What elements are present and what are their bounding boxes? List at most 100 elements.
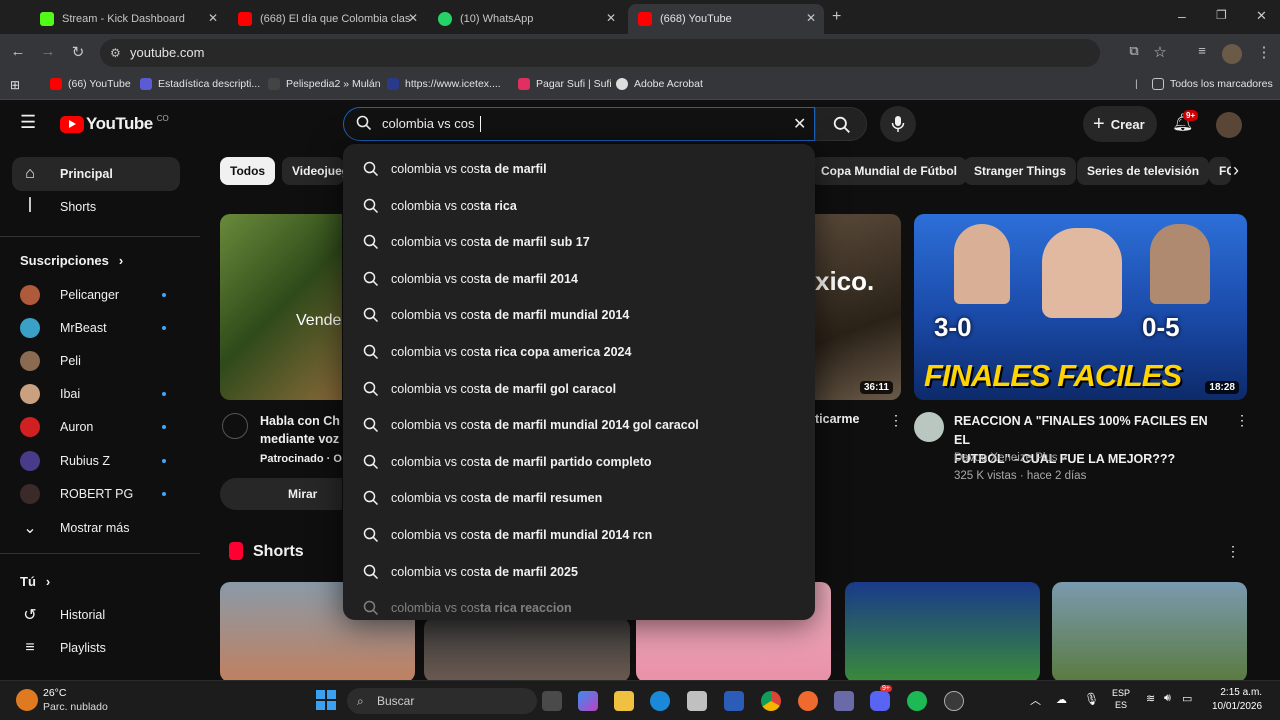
more-options-icon[interactable]: ⋮ — [889, 412, 903, 429]
search-input[interactable]: colombia vs cos ✕ — [343, 107, 815, 141]
taskbar-search[interactable]: ⌕ Buscar — [347, 688, 537, 714]
maximize-button[interactable]: ❐ — [1216, 8, 1227, 22]
profile-avatar[interactable] — [1222, 44, 1242, 64]
url-field[interactable]: ⚙ youtube.com — [100, 39, 1100, 67]
more-options-icon[interactable]: ⋮ — [1226, 543, 1240, 560]
close-tab-icon[interactable]: ✕ — [606, 11, 616, 25]
tab-youtube-video[interactable]: (668) El día que Colombia clasif ✕ — [228, 4, 426, 34]
short-thumbnail[interactable] — [1052, 582, 1247, 680]
sidebar-item-playlists[interactable]: ≡ Playlists — [12, 631, 180, 665]
reload-button[interactable]: ↻ — [68, 43, 88, 61]
chip-fc[interactable]: FC — [1209, 157, 1231, 185]
video-title[interactable]: ticarme — [815, 412, 859, 426]
battery-icon[interactable]: ▭ — [1182, 692, 1192, 705]
close-tab-icon[interactable]: ✕ — [408, 11, 418, 25]
more-options-icon[interactable]: ⋮ — [1235, 412, 1249, 429]
microphone-icon[interactable]: 🎙︎ — [1084, 692, 1099, 706]
search-suggestion[interactable]: colombia vs costa de marfil 2014 — [343, 261, 815, 297]
search-suggestion[interactable]: colombia vs costa rica copa america 2024 — [343, 334, 815, 370]
search-suggestion[interactable]: colombia vs costa de marfil gol caracol — [343, 371, 815, 407]
video-thumbnail[interactable]: 3-0 0-5 FINALES FACILES 18:28 — [914, 214, 1247, 400]
clock[interactable]: 2:15 a.m. 10/01/2026 — [1212, 686, 1262, 714]
browser-menu-icon[interactable]: ⋮ — [1254, 43, 1274, 61]
account-avatar[interactable] — [1216, 112, 1242, 138]
bookmark-icetex[interactable]: https://www.icetex.... — [387, 78, 501, 90]
chip-todos[interactable]: Todos — [220, 157, 276, 185]
all-bookmarks-folder[interactable]: Todos los marcadores — [1152, 78, 1273, 90]
bookmark-youtube[interactable]: (66) YouTube — [50, 78, 131, 90]
chip-videojuegos[interactable]: Videojueg — [282, 157, 344, 185]
sidebar-sub-ibai[interactable]: Ibai — [12, 377, 180, 411]
minimize-button[interactable]: – — [1178, 8, 1186, 24]
back-button[interactable]: ← — [8, 43, 28, 60]
sidebar-item-principal[interactable]: ⌂ Principal — [12, 157, 180, 191]
chip-copa-mundial[interactable]: Copa Mundial de Fútbol — [811, 157, 967, 185]
sidebar-sub-peli[interactable]: Peli — [12, 344, 180, 378]
channel-avatar[interactable] — [914, 412, 944, 442]
video-title-line1[interactable]: REACCION A "FINALES 100% FACILES EN EL — [954, 412, 1222, 450]
search-suggestion[interactable]: colombia vs costa de marfil partido comp… — [343, 444, 815, 480]
wifi-icon[interactable]: ≋ — [1146, 692, 1155, 705]
search-button[interactable] — [815, 107, 867, 141]
chrome-icon[interactable] — [761, 691, 781, 711]
search-suggestion[interactable]: colombia vs costa de marfil 2025 — [343, 554, 815, 590]
search-suggestion[interactable]: colombia vs costa de marfil resumen — [343, 480, 815, 516]
youtube-logo[interactable]: YouTube CO — [60, 114, 169, 134]
chip-series-tv[interactable]: Series de televisión — [1077, 157, 1210, 185]
subscriptions-header[interactable]: Suscripciones › — [12, 243, 180, 277]
sidebar-item-shorts[interactable]: ꟾ Shorts — [12, 190, 180, 224]
language-indicator[interactable]: ESP ES — [1112, 687, 1130, 711]
search-suggestion[interactable]: colombia vs costa de marfil mundial 2014 — [343, 297, 815, 333]
close-window-button[interactable]: ✕ — [1256, 8, 1267, 24]
search-suggestion[interactable]: colombia vs costa de marfil sub 17 — [343, 224, 815, 260]
tray-expand-icon[interactable]: ︿ — [1030, 692, 1041, 708]
bookmark-sufi[interactable]: Pagar Sufi | Sufi — [518, 78, 612, 90]
discord-icon[interactable] — [870, 691, 890, 711]
chips-next-icon[interactable]: › — [1233, 160, 1239, 181]
show-more-button[interactable]: ⌄ Mostrar más — [12, 511, 180, 545]
close-tab-icon[interactable]: ✕ — [806, 11, 816, 25]
ad-cta-button[interactable]: Mirar — [220, 478, 342, 510]
task-view-icon[interactable] — [542, 691, 562, 711]
edge-icon[interactable] — [650, 691, 670, 711]
sidebar-sub-robertpg[interactable]: ROBERT PG — [12, 477, 180, 511]
close-tab-icon[interactable]: ✕ — [208, 11, 218, 25]
store-icon[interactable] — [687, 691, 707, 711]
ad-title-line1[interactable]: Habla con Ch — [260, 412, 340, 430]
forward-button[interactable]: → — [38, 43, 58, 60]
browser-app-icon[interactable] — [798, 691, 818, 711]
apps-grid-icon[interactable]: ⊞ — [10, 78, 20, 92]
sidebar-sub-auron[interactable]: Auron — [12, 410, 180, 444]
new-tab-button[interactable]: + — [832, 8, 841, 26]
search-suggestion[interactable]: colombia vs costa de marfil mundial 2014… — [343, 517, 815, 553]
sidebar-sub-rubius[interactable]: Rubius Z — [12, 444, 180, 478]
channel-name[interactable]: Davoo Xeneize Plus — [954, 452, 1058, 464]
volume-icon[interactable]: 🔊︎ — [1164, 692, 1171, 705]
tab-youtube-active[interactable]: (668) YouTube ✕ — [628, 4, 824, 34]
ad-title-line2[interactable]: mediante voz — [260, 430, 340, 448]
create-button[interactable]: + Crear — [1083, 106, 1157, 142]
search-suggestion[interactable]: colombia vs costa rica — [343, 188, 815, 224]
sidebar-sub-pelicanger[interactable]: Pelicanger — [12, 278, 180, 312]
sidebar-item-historial[interactable]: ↺ Historial — [12, 598, 180, 632]
bookmark-acrobat[interactable]: Adobe Acrobat — [616, 78, 703, 90]
game-app-icon[interactable] — [834, 691, 854, 711]
site-info-icon[interactable]: ⚙ — [110, 39, 121, 67]
sidebar-sub-mrbeast[interactable]: MrBeast — [12, 311, 180, 345]
chip-stranger-things[interactable]: Stranger Things — [964, 157, 1077, 185]
copilot-icon[interactable] — [578, 691, 598, 711]
install-icon[interactable]: ⧉ — [1124, 43, 1144, 59]
word-icon[interactable] — [724, 691, 744, 711]
obs-icon[interactable] — [944, 691, 964, 711]
bookmark-star-icon[interactable]: ☆ — [1150, 43, 1170, 61]
you-header[interactable]: Tú › — [12, 564, 180, 598]
spotify-icon[interactable] — [907, 691, 927, 711]
bookmark-estadistica[interactable]: Estadística descripti... — [140, 78, 260, 90]
ad-thumbnail[interactable]: Vende — [220, 214, 342, 400]
tab-kick[interactable]: Stream - Kick Dashboard ✕ — [30, 4, 226, 34]
media-control-icon[interactable]: ≡ — [1192, 43, 1212, 58]
file-explorer-icon[interactable] — [614, 691, 634, 711]
voice-search-button[interactable] — [880, 106, 916, 142]
windows-start-icon[interactable] — [316, 690, 336, 710]
search-suggestion[interactable]: colombia vs costa rica reaccion — [343, 590, 815, 620]
